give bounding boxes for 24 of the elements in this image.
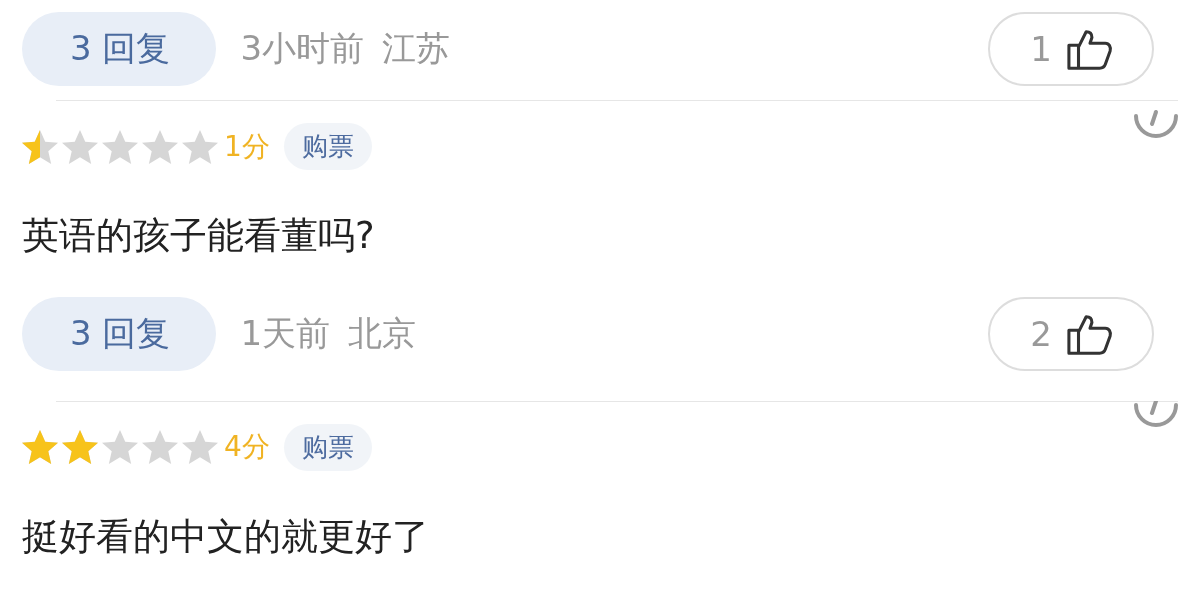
rating-score: 4分 xyxy=(224,429,270,466)
post-time: 1天前 xyxy=(240,311,331,355)
star-icon xyxy=(102,128,138,165)
star-icon xyxy=(22,429,58,466)
post-location: 江苏 xyxy=(382,27,451,70)
post-time: 3小时前 xyxy=(240,27,365,70)
review-text: 挺好看的中文的就更好了 xyxy=(22,516,430,558)
star-icon xyxy=(182,429,218,466)
star-icon xyxy=(62,128,98,165)
star-icon xyxy=(102,429,138,466)
review-text: 英语的孩子能看董吗? xyxy=(22,216,376,257)
purchase-tag: 购票 xyxy=(283,123,372,170)
star-icon xyxy=(142,128,178,165)
rating-score: 1分 xyxy=(224,128,270,165)
post-location: 北京 xyxy=(348,311,417,355)
like-button[interactable]: 2 xyxy=(988,296,1154,371)
star-icon xyxy=(22,128,58,165)
star-icon xyxy=(142,429,178,466)
replies-button[interactable]: 3 回复 xyxy=(22,12,217,86)
replies-button[interactable]: 3 回复 xyxy=(22,296,217,371)
purchase-tag: 购票 xyxy=(283,423,372,471)
like-button[interactable]: 1 xyxy=(988,12,1154,86)
star-icon xyxy=(182,128,218,165)
star-icon xyxy=(62,429,98,466)
